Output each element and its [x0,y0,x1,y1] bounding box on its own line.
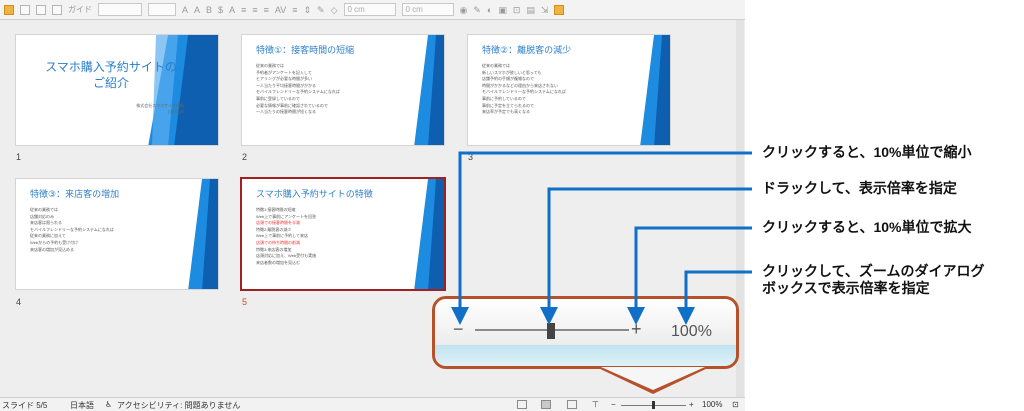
slide-thumbnail-5[interactable]: スマホ購入予約サイトの特徴 特徴1:接客時間の短縮 Web上で事前にアンケートを回… [240,177,446,291]
slide-body: 従来の業務では 予約者がアンケートを記入して ヒアリングが必要な時間が多い 一人当たり… [256,63,340,115]
slide-decoration [414,179,444,289]
close-icon[interactable] [36,4,46,15]
bold-icon[interactable]: B [206,5,212,15]
decrease-font-icon[interactable]: A [194,5,200,15]
text-direction-icon[interactable]: ⇕ [303,5,311,15]
slide-body: 特徴1:接客時間の短縮 Web上で事前にアンケートを回答 店頭での接客時間を半減 特徴… [256,207,317,265]
app-icon [4,4,14,15]
slide-number: 4 [16,297,22,307]
slide-title: スマホ購入予約サイトの特徴 [256,189,373,199]
fit-to-window-icon[interactable]: ⊡ [732,400,739,409]
zoom-callout: − + 100% [432,296,739,369]
slide-decoration [188,179,218,289]
slide-body: 従来の業務では 新しいスマホが欲しいと思っても 店舗予約の手順が複雑なので 時間がかか… [482,63,566,115]
annotation-dialog-line2: ボックスで表示倍率を指定 [762,280,930,296]
ribbon-toolbar: ガイド A A B $ A ≡ ≡ ≡ AV ≡ ⇕ ✎ ◇ 0 cm 0 cm… [0,0,745,20]
slide-thumbnail-1[interactable]: スマホ購入予約サイトの ご紹介 株式会社スマホサイズ技術 山田次郎 [15,34,219,146]
status-bar: スライド 5/5 日本語 ♿ アクセシビリティ: 問題ありません ⊤ − + 1… [0,397,745,411]
effects-icon[interactable]: ◐ [487,5,492,15]
fill-icon[interactable]: ◉ [460,5,468,15]
addin-icon[interactable] [554,4,565,15]
font-color-icon[interactable]: A [229,5,235,15]
zoom-out-button[interactable]: − [611,400,616,409]
screenshot: ガイド A A B $ A ≡ ≡ ≡ AV ≡ ⇕ ✎ ◇ 0 cm 0 cm… [0,0,1024,411]
shape-icon[interactable]: ◇ [331,5,338,15]
reading-view-icon[interactable] [567,400,577,409]
zoom-thumb-magnified [547,323,555,339]
align-icon[interactable]: ≡ [264,5,269,15]
increase-font-icon[interactable]: A [182,5,188,15]
slide-title: 特徴①：接客時間の短縮 [256,45,355,55]
slide-title: 特徴③：来店客の増加 [30,189,120,199]
line-spacing-icon[interactable]: ≡ [292,5,297,15]
accessibility-icon[interactable]: ♿ [105,400,112,409]
language-indicator[interactable]: 日本語 [70,400,94,411]
normal-view-icon[interactable] [517,400,527,409]
layout-icon[interactable] [20,4,30,15]
arrange-icon[interactable]: ▣ [498,5,507,15]
font-size-dropdown[interactable] [98,3,142,16]
slide-decoration [640,35,670,145]
annotation-dialog-line1: クリックして、ズームのダイアログ [762,263,985,279]
share-icon[interactable]: ⇲ [541,5,549,15]
slide-sorter-view-icon[interactable] [541,400,551,409]
slide-number: 2 [242,152,248,162]
character-spacing-icon[interactable]: AV [275,5,286,15]
annotation-drag: ドラックして、表示倍率を指定 [762,180,957,196]
slide-body: 従来の業務では 店舗対応のみ 来店客は限られる モバイルフレンドリーな予約システムにな… [30,207,114,252]
slide-thumbnail-3[interactable]: 特徴②：離脱客の減少 従来の業務では 新しいスマホが欲しいと思っても 店舗予約の手順… [467,34,671,146]
image-icon[interactable]: ▤ [526,5,535,15]
outline-icon[interactable]: ✎ [473,5,481,15]
slide-subtitle: 株式会社スマホサイズ技術 山田次郎 [136,103,184,114]
position-y-input[interactable]: 0 cm [401,3,454,16]
numbered-list-icon[interactable]: ≡ [252,5,257,15]
slideshow-icon[interactable]: ⊤ [592,400,599,409]
list-icon[interactable]: ≡ [241,5,246,15]
crop-icon[interactable]: ⊡ [513,5,521,15]
dollar-icon[interactable]: $ [218,5,223,15]
zoom-out-magnified: − [453,319,464,339]
slide-number: 1 [16,152,22,162]
zoom-in-magnified: + [631,319,642,339]
slide-decoration [414,35,444,145]
checkbox-icon[interactable] [52,4,62,15]
annotation-zoom-out: クリックすると、10%単位で縮小 [762,144,972,160]
slide-thumbnail-2[interactable]: 特徴①：接客時間の短縮 従来の業務では 予約者がアンケートを記入して ヒアリングが必… [241,34,445,146]
font-style-label: ガイド [68,5,92,14]
format-painter-icon[interactable]: ✎ [317,5,325,15]
zoom-in-button[interactable]: + [689,400,694,409]
slide-title: スマホ購入予約サイトの ご紹介 [45,60,177,90]
slide-title: 特徴②：離脱客の減少 [482,45,572,55]
accessibility-status[interactable]: アクセシビリティ: 問題ありません [117,400,240,411]
slide-number: 5 [242,297,248,307]
font-dropdown[interactable] [148,3,176,16]
position-x-input[interactable]: 0 cm [343,3,396,16]
annotation-zoom-in: クリックすると、10%単位で拡大 [762,219,972,235]
zoom-percent-magnified: 100% [671,323,712,340]
slide-indicator: スライド 5/5 [2,401,48,410]
zoom-slider-thumb[interactable] [652,401,655,409]
slide-thumbnail-4[interactable]: 特徴③：来店客の増加 従来の業務では 店舗対応のみ 来店客は限られる モバイルフレンド… [15,178,219,290]
zoom-percent[interactable]: 100% [702,400,722,409]
slide-number: 3 [468,152,474,162]
